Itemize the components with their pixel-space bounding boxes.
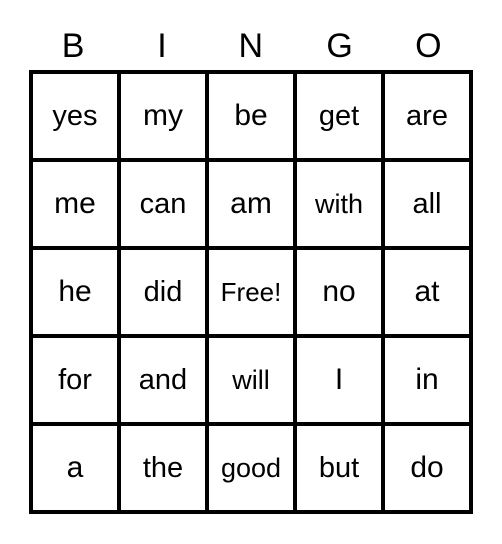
bingo-cell[interactable]: he	[33, 250, 117, 334]
bingo-cell[interactable]: me	[33, 162, 117, 246]
bingo-cell-label: the	[142, 451, 184, 484]
bingo-header-row: B I N G O	[29, 24, 473, 68]
bingo-cell[interactable]: get	[293, 74, 381, 158]
bingo-row: a the good but do	[33, 422, 469, 510]
bingo-cell[interactable]: will	[205, 338, 293, 422]
bingo-cell-label: for	[58, 363, 92, 396]
bingo-row: he did Free! no at	[33, 246, 469, 334]
bingo-cell[interactable]: are	[381, 74, 469, 158]
bingo-cell-label: am	[230, 187, 272, 220]
bingo-cell[interactable]: am	[205, 162, 293, 246]
bingo-cell-label: a	[66, 451, 84, 484]
bingo-grid: yes my be get are me can am with all he …	[29, 70, 473, 514]
bingo-cell-label: do	[410, 451, 444, 484]
bingo-cell-label: I	[334, 363, 344, 396]
bingo-row: for and will I in	[33, 334, 469, 422]
bingo-header-letter-n: N	[238, 27, 264, 65]
bingo-cell-label: my	[143, 99, 183, 132]
bingo-cell-label: but	[318, 451, 360, 484]
bingo-cell-label: in	[415, 363, 439, 396]
bingo-cell[interactable]: can	[117, 162, 205, 246]
bingo-row: me can am with all	[33, 158, 469, 246]
bingo-cell[interactable]: good	[205, 426, 293, 510]
bingo-cell-label: will	[232, 364, 270, 395]
bingo-row: yes my be get are	[33, 74, 469, 158]
bingo-header-letter-b: B	[61, 27, 85, 65]
bingo-cell-label: can	[139, 187, 187, 220]
bingo-cell[interactable]: I	[293, 338, 381, 422]
bingo-cell[interactable]: did	[117, 250, 205, 334]
bingo-cell[interactable]: yes	[33, 74, 117, 158]
bingo-cell-label: get	[318, 99, 360, 132]
bingo-header-letter-g: G	[326, 27, 354, 65]
bingo-cell-label: are	[406, 99, 448, 132]
bingo-cell-label: he	[58, 275, 92, 308]
bingo-cell[interactable]: but	[293, 426, 381, 510]
bingo-cell-label: yes	[52, 99, 98, 132]
bingo-cell-label: at	[414, 275, 440, 308]
bingo-cell-label: with	[314, 188, 363, 219]
bingo-card: B I N G O yes my be get are me can am wi…	[0, 0, 502, 544]
bingo-cell-label: no	[322, 275, 356, 308]
bingo-cell-label: be	[234, 99, 268, 132]
bingo-cell[interactable]: a	[33, 426, 117, 510]
bingo-cell[interactable]: the	[117, 426, 205, 510]
bingo-cell-label: did	[143, 275, 183, 308]
bingo-cell[interactable]: all	[381, 162, 469, 246]
bingo-cell[interactable]: in	[381, 338, 469, 422]
bingo-cell[interactable]: and	[117, 338, 205, 422]
bingo-cell[interactable]: my	[117, 74, 205, 158]
bingo-cell[interactable]: with	[293, 162, 381, 246]
bingo-cell-label: good	[220, 452, 282, 483]
bingo-cell[interactable]: be	[205, 74, 293, 158]
bingo-cell[interactable]: no	[293, 250, 381, 334]
bingo-cell[interactable]: at	[381, 250, 469, 334]
bingo-header-letter-o: O	[415, 27, 443, 65]
bingo-cell-label: all	[412, 187, 442, 220]
bingo-cell-label: me	[54, 187, 96, 220]
bingo-free-space-label: Free!	[220, 277, 282, 307]
bingo-cell-free-space[interactable]: Free!	[205, 250, 293, 334]
bingo-cell[interactable]: do	[381, 426, 469, 510]
bingo-cell-label: and	[138, 363, 188, 396]
bingo-cell[interactable]: for	[33, 338, 117, 422]
bingo-header-letter-i: I	[157, 27, 168, 65]
